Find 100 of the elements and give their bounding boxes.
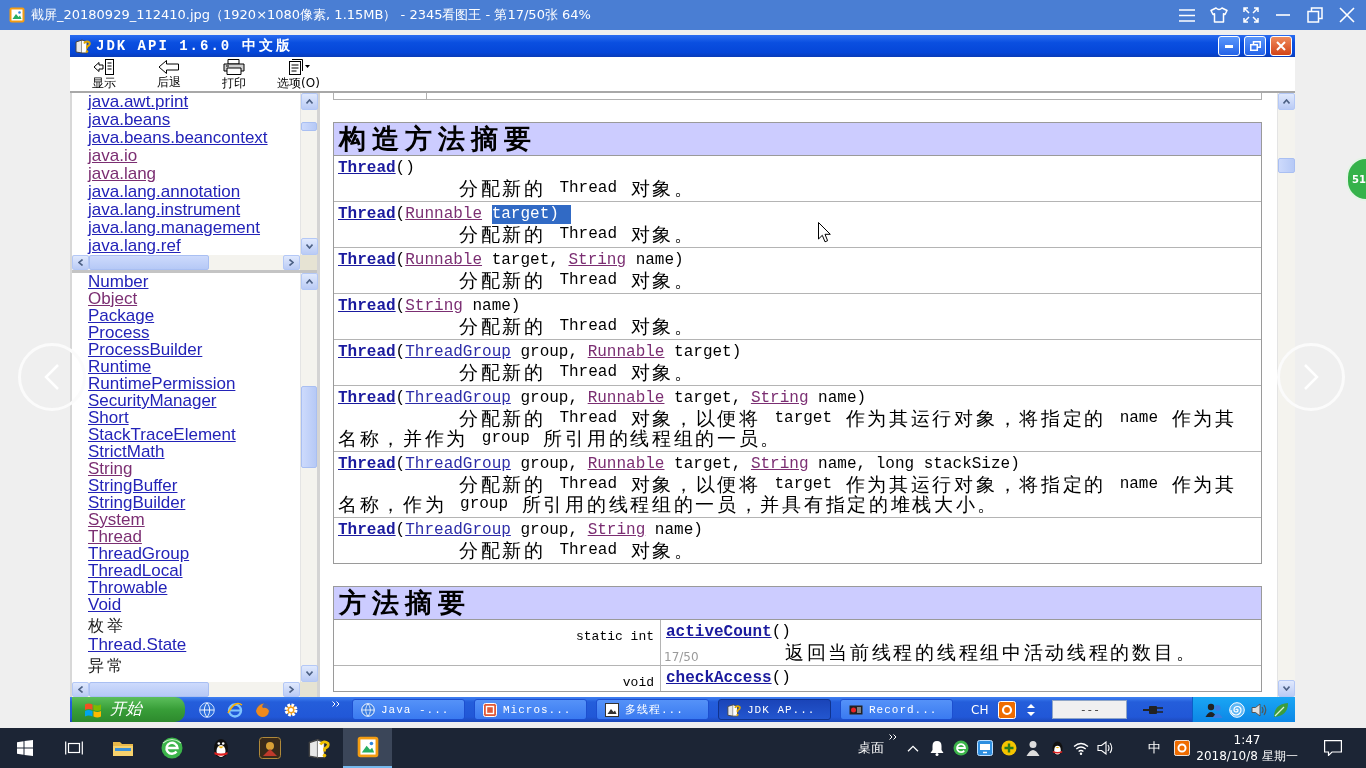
type-link[interactable]: Runnable: [587, 389, 665, 408]
printer-icon[interactable]: [221, 58, 246, 76]
desktop-toolbar-label[interactable]: 桌面: [858, 739, 884, 757]
options-button[interactable]: 选项(O): [266, 57, 331, 91]
namespace-link[interactable]: java.io: [88, 147, 138, 165]
class-link[interactable]: Thread: [88, 528, 142, 545]
start-button[interactable]: 开始: [72, 697, 185, 722]
minimize-icon[interactable]: [1225, 44, 1233, 48]
method-link[interactable]: Thread: [338, 205, 396, 224]
class-link[interactable]: String: [88, 460, 133, 477]
type-link[interactable]: String: [568, 251, 627, 270]
globe-icon[interactable]: [199, 701, 215, 718]
up-down-arrows-icon[interactable]: [1026, 702, 1037, 717]
type-link[interactable]: String: [750, 455, 809, 474]
namespace-link[interactable]: java.beans: [88, 111, 171, 129]
browser-icon[interactable]: [953, 740, 969, 756]
scroll-right-button[interactable]: [283, 255, 300, 270]
scroll-up-button[interactable]: [301, 93, 318, 110]
class-link[interactable]: System: [88, 511, 145, 528]
chevron-down-icon[interactable]: [306, 671, 313, 676]
input-method-icon[interactable]: [998, 700, 1017, 719]
back-button[interactable]: 后退: [136, 57, 201, 91]
input-language-button[interactable]: 中: [1142, 739, 1166, 757]
people-icon[interactable]: [1205, 701, 1223, 718]
type-link[interactable]: ThreadGroup: [405, 343, 511, 362]
image-viewer-button[interactable]: [343, 728, 392, 768]
chevron-right-icon[interactable]: [289, 259, 294, 266]
chevron-down-icon[interactable]: [1283, 686, 1290, 691]
chevron-down-icon[interactable]: [306, 244, 313, 249]
class-link[interactable]: Throwable: [88, 579, 168, 596]
method-link[interactable]: Thread: [338, 521, 396, 540]
close-icon[interactable]: [1339, 7, 1355, 23]
show-pane-icon[interactable]: [92, 58, 115, 76]
chevron-right-icon[interactable]: [289, 686, 294, 693]
type-link[interactable]: String: [587, 521, 646, 540]
plus-icon[interactable]: [1001, 740, 1017, 756]
restore-icon[interactable]: [1307, 7, 1323, 23]
portrait-icon[interactable]: [258, 737, 281, 759]
taskbar-button[interactable]: Java -...: [352, 699, 465, 720]
type-link[interactable]: Runnable: [405, 251, 483, 270]
close-button[interactable]: [1270, 36, 1292, 56]
image-viewer-icon[interactable]: [356, 736, 379, 758]
double-chevron-icon[interactable]: [889, 734, 897, 740]
namespace-link[interactable]: java.awt.print: [88, 93, 189, 111]
method-link[interactable]: Thread: [338, 343, 396, 362]
chevron-left-icon[interactable]: [78, 259, 83, 266]
scrollbar-thumb[interactable]: [301, 122, 317, 131]
scroll-down-button[interactable]: [301, 665, 318, 682]
class-link[interactable]: Package: [88, 307, 155, 324]
class-link[interactable]: RuntimePermission: [88, 375, 236, 392]
penguin-icon[interactable]: [1050, 740, 1064, 756]
penguin-icon[interactable]: [211, 737, 230, 759]
bell-icon[interactable]: [930, 740, 944, 756]
plug-icon[interactable]: [1143, 703, 1164, 716]
restore-button[interactable]: [1244, 36, 1266, 56]
back-arrow-icon[interactable]: [157, 59, 180, 75]
input-method-icon[interactable]: [1174, 740, 1190, 756]
namespace-link[interactable]: java.lang.annotation: [88, 183, 241, 201]
clock-button[interactable]: 1:47 2018/10/8 星期一: [1194, 728, 1300, 768]
class-link[interactable]: Object: [88, 290, 138, 307]
class-link[interactable]: Short: [88, 409, 129, 426]
scrollbar-thumb[interactable]: [89, 682, 209, 697]
scroll-left-button[interactable]: [72, 255, 89, 270]
person-icon[interactable]: [1026, 740, 1040, 756]
shirt-icon[interactable]: [1210, 7, 1228, 23]
swirl-icon[interactable]: [1229, 701, 1245, 718]
windows-logo-icon[interactable]: [16, 740, 33, 756]
class-link[interactable]: ThreadLocal: [88, 562, 183, 579]
namespace-link[interactable]: java.lang.management: [88, 219, 260, 237]
type-link[interactable]: Runnable: [587, 343, 665, 362]
method-link[interactable]: Thread: [338, 297, 396, 316]
options-icon[interactable]: [286, 58, 311, 76]
scroll-down-button[interactable]: [301, 238, 318, 255]
namespace-link[interactable]: java.lang: [88, 165, 157, 183]
taskbar-button[interactable]: 多线程...: [596, 699, 709, 720]
close-icon[interactable]: [1276, 41, 1286, 51]
gear-icon[interactable]: [283, 701, 299, 718]
show-button[interactable]: 显示: [71, 57, 136, 91]
scroll-right-button[interactable]: [283, 682, 300, 697]
method-link[interactable]: checkAccess: [666, 669, 772, 688]
method-link[interactable]: Thread: [338, 159, 396, 178]
class-link[interactable]: Void: [88, 596, 122, 613]
leaf-icon[interactable]: [1273, 701, 1289, 718]
restore-icon[interactable]: [1249, 41, 1261, 51]
method-link[interactable]: activeCount: [666, 623, 772, 642]
taskbar-button[interactable]: Record...: [840, 699, 953, 720]
class-link[interactable]: StringBuffer: [88, 477, 178, 494]
scroll-left-button[interactable]: [72, 682, 89, 697]
class-link[interactable]: StackTraceElement: [88, 426, 236, 443]
namespace-link[interactable]: java.lang.ref: [88, 237, 181, 255]
print-button[interactable]: 打印: [201, 57, 266, 91]
class-link[interactable]: SecurityManager: [88, 392, 217, 409]
scrollbar-thumb[interactable]: [1278, 158, 1295, 173]
class-link[interactable]: Runtime: [88, 358, 152, 375]
scroll-up-button[interactable]: [1278, 93, 1295, 110]
namespace-link[interactable]: java.lang.instrument: [88, 201, 241, 219]
task-view-icon[interactable]: [64, 740, 83, 756]
method-link[interactable]: Thread: [338, 455, 396, 474]
type-link[interactable]: Runnable: [587, 455, 665, 474]
monitor-icon[interactable]: [977, 740, 993, 756]
